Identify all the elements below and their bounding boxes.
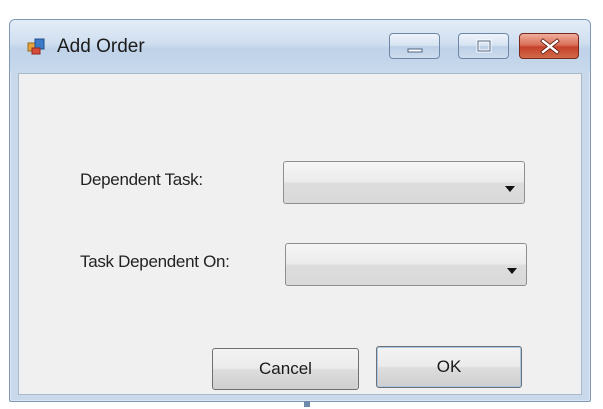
application-icon [27, 36, 47, 56]
resize-marker [304, 401, 310, 407]
dependent-task-label: Dependent Task: [80, 170, 203, 189]
chevron-down-icon [507, 261, 517, 279]
task-dependent-on-label: Task Dependent On: [80, 252, 230, 271]
maximize-button[interactable] [458, 33, 509, 59]
task-dependent-on-dropdown[interactable] [285, 243, 527, 286]
window-title: Add Order [57, 36, 145, 57]
chevron-down-icon [505, 179, 515, 197]
close-button[interactable] [519, 33, 579, 59]
minimize-button[interactable] [389, 33, 440, 59]
dialog-client-area: Dependent Task: Task Dependent On: Cance… [18, 73, 582, 395]
ok-button[interactable]: OK [376, 346, 522, 388]
title-bar[interactable]: Add Order [10, 20, 590, 73]
dialog-window: Add Order Dependent Task: Task Dependent… [9, 19, 591, 402]
cancel-button[interactable]: Cancel [212, 348, 359, 390]
dependent-task-dropdown[interactable] [283, 161, 525, 204]
